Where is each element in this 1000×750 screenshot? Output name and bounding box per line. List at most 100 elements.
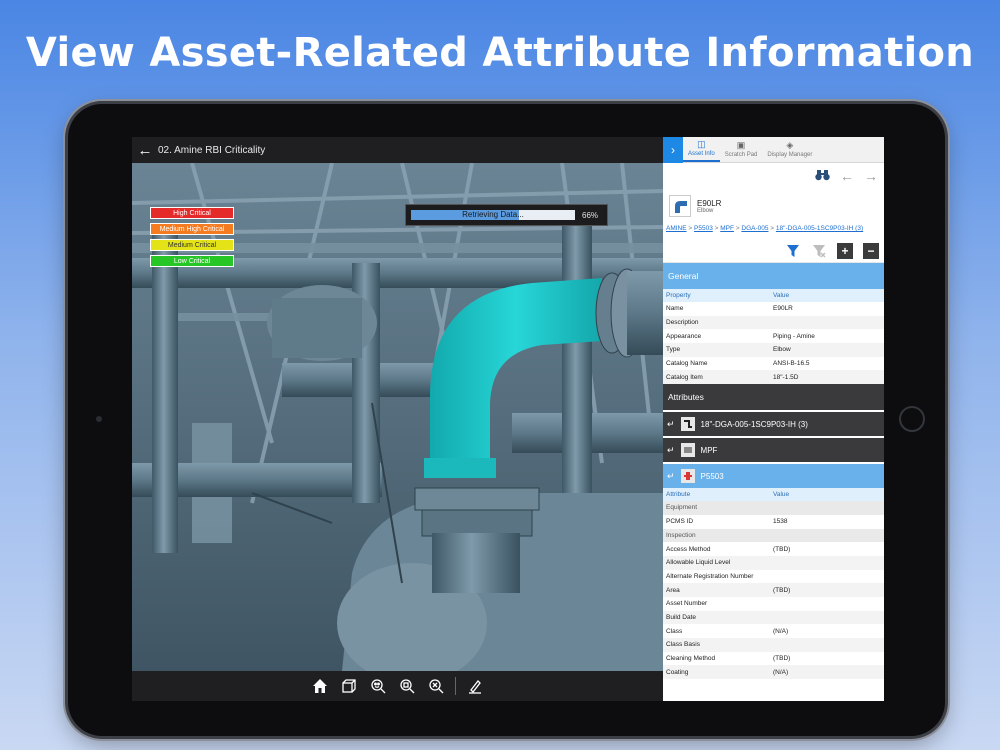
column-header-value: Value bbox=[773, 491, 790, 499]
table-row: Allowable Liquid Level bbox=[663, 555, 884, 570]
table-row: Type Elbow bbox=[663, 343, 884, 357]
nav-back-icon[interactable]: ← bbox=[840, 168, 854, 184]
filter-icon[interactable] bbox=[785, 243, 801, 259]
collapse-all-button[interactable]: − bbox=[863, 242, 879, 259]
viewport-titlebar: ← 02. Amine RBI Criticality bbox=[132, 137, 663, 163]
general-table-header: Property Value bbox=[663, 289, 884, 302]
elbow-icon bbox=[669, 195, 691, 217]
breadcrumb-link[interactable]: 18"-DGA-005-1SC9P03-IH (3) bbox=[776, 225, 863, 232]
scratch-pad-icon: ▣ bbox=[736, 140, 746, 150]
app-screen: ← 02. Amine RBI Criticality High Critica… bbox=[132, 137, 884, 701]
zoom-window-icon[interactable] bbox=[426, 676, 446, 696]
row-property: Name bbox=[666, 305, 684, 313]
asset-name: E90LR bbox=[697, 198, 722, 208]
breadcrumb-link[interactable]: DGA-005 bbox=[741, 225, 768, 232]
tab-asset-info[interactable]: ◫ Asset Info bbox=[683, 137, 720, 162]
general-section-header[interactable]: General bbox=[663, 263, 884, 289]
row-value: ANSI-B-16.5 bbox=[773, 360, 810, 368]
loading-progress: Retrieving Data... 66% bbox=[405, 204, 608, 226]
back-arrow-icon[interactable]: ← bbox=[132, 137, 158, 163]
row-attribute: Coating bbox=[666, 668, 689, 676]
table-row: PCMS ID 1538 bbox=[663, 514, 884, 529]
level-up-icon: ↵ bbox=[667, 470, 675, 481]
markup-pen-icon[interactable] bbox=[465, 676, 485, 696]
row-property: Catalog Name bbox=[666, 360, 708, 368]
table-row: Catalog Name ANSI-B-16.5 bbox=[663, 357, 884, 371]
attributes-section-header[interactable]: Attributes bbox=[663, 384, 884, 411]
column-header-attribute: Attribute bbox=[666, 491, 691, 499]
row-property: Type bbox=[666, 346, 681, 354]
tab-label: Asset Info bbox=[688, 151, 715, 157]
cube-icon[interactable] bbox=[339, 676, 359, 696]
table-row: Appearance Piping - Amine bbox=[663, 329, 884, 343]
table-row: Class Basis bbox=[663, 638, 884, 652]
row-value: (TBD) bbox=[773, 586, 791, 594]
camera-dot bbox=[96, 416, 102, 422]
clear-filter-icon[interactable] bbox=[811, 243, 827, 259]
table-row: Alternate Registration Number bbox=[663, 570, 884, 584]
view-title: 02. Amine RBI Criticality bbox=[158, 144, 266, 156]
breadcrumb-link[interactable]: AMINE bbox=[666, 225, 687, 232]
attribute-item-p5503[interactable]: ↵ P5503 bbox=[663, 462, 884, 489]
progress-percent: 66% bbox=[582, 210, 599, 220]
table-row: Catalog Item 18"-1.5D bbox=[663, 370, 884, 385]
level-up-icon: ↵ bbox=[667, 418, 675, 429]
home-icon[interactable] bbox=[310, 676, 330, 696]
row-value: 18"-1.5D bbox=[773, 373, 799, 381]
attribute-item-pipeline[interactable]: ↵ 18"-DGA-005-1SC9P03-IH (3) bbox=[663, 410, 884, 437]
zoom-fit-icon[interactable] bbox=[368, 676, 388, 696]
general-table: Name E90LR Description Appearance Piping -… bbox=[663, 302, 884, 385]
row-value: (N/A) bbox=[773, 627, 789, 635]
attribute-item-mpf[interactable]: ↵ MPF bbox=[663, 436, 884, 463]
expand-all-button[interactable]: + bbox=[837, 242, 853, 259]
breadcrumb-link[interactable]: MPF bbox=[720, 225, 734, 232]
row-value: Piping - Amine bbox=[773, 332, 815, 340]
row-value: Elbow bbox=[773, 346, 791, 354]
nav-forward-icon[interactable]: → bbox=[864, 168, 878, 184]
table-row: Area (TBD) bbox=[663, 583, 884, 597]
row-property: Appearance bbox=[666, 332, 702, 340]
table-row: Name E90LR bbox=[663, 302, 884, 316]
row-value: E90LR bbox=[773, 305, 793, 313]
display-manager-icon: ◈ bbox=[786, 140, 794, 150]
breadcrumb-link[interactable]: P5503 bbox=[694, 225, 713, 232]
row-attribute: Access Method bbox=[666, 545, 711, 553]
tab-scratch-pad[interactable]: ▣ Scratch Pad bbox=[720, 137, 763, 162]
row-value: (TBD) bbox=[773, 655, 791, 663]
row-attribute: Cleaning Method bbox=[666, 655, 716, 663]
row-property: Description bbox=[666, 319, 699, 327]
attribute-item-label: 18"-DGA-005-1SC9P03-IH (3) bbox=[700, 419, 808, 429]
3d-scene[interactable]: High Critical Medium High Critical Mediu… bbox=[132, 163, 663, 671]
detail-table-header: Attribute Value bbox=[663, 488, 884, 502]
row-attribute: Alternate Registration Number bbox=[666, 572, 754, 580]
level-up-icon: ↵ bbox=[667, 444, 675, 455]
legend-high-critical: High Critical bbox=[150, 207, 234, 219]
inspection-table: Access Method (TBD) Allowable Liquid Leve… bbox=[663, 542, 884, 680]
row-attribute: Asset Number bbox=[666, 600, 708, 608]
row-value: 1538 bbox=[773, 518, 788, 526]
row-attribute: Area bbox=[666, 586, 680, 594]
row-value: (N/A) bbox=[773, 668, 789, 676]
criticality-legend: High Critical Medium High Critical Mediu… bbox=[150, 207, 234, 271]
row-attribute: PCMS ID bbox=[666, 518, 694, 526]
viewport-toolbar bbox=[132, 671, 663, 701]
panel-tabs: › ◫ Asset Info ▣ Scratch Pad ◈ Display M… bbox=[663, 137, 884, 163]
tab-display-manager[interactable]: ◈ Display Manager bbox=[762, 137, 817, 162]
legend-medium-high-critical: Medium High Critical bbox=[150, 223, 234, 235]
asset-info-panel: › ◫ Asset Info ▣ Scratch Pad ◈ Display M… bbox=[663, 137, 884, 701]
binoculars-icon[interactable] bbox=[815, 168, 830, 184]
table-row: Class (N/A) bbox=[663, 624, 884, 638]
table-row: Description bbox=[663, 315, 884, 330]
tablet-home-button[interactable] bbox=[899, 406, 925, 432]
asset-info-icon: ◫ bbox=[697, 139, 706, 149]
group-header-inspection: Inspection bbox=[663, 528, 884, 543]
breadcrumb: AMINE > P5503 > MPF > DGA-005 > 18"-DGA-… bbox=[666, 225, 864, 232]
row-property: Catalog Item bbox=[666, 373, 703, 381]
zoom-extents-icon[interactable] bbox=[397, 676, 417, 696]
table-row: Access Method (TBD) bbox=[663, 542, 884, 556]
table-row: Build Date bbox=[663, 610, 884, 625]
collapse-panel-button[interactable]: › bbox=[663, 137, 683, 163]
equipment-icon bbox=[680, 469, 695, 484]
selected-asset-card: E90LR Elbow bbox=[663, 189, 884, 223]
tab-label: Display Manager bbox=[767, 152, 813, 158]
